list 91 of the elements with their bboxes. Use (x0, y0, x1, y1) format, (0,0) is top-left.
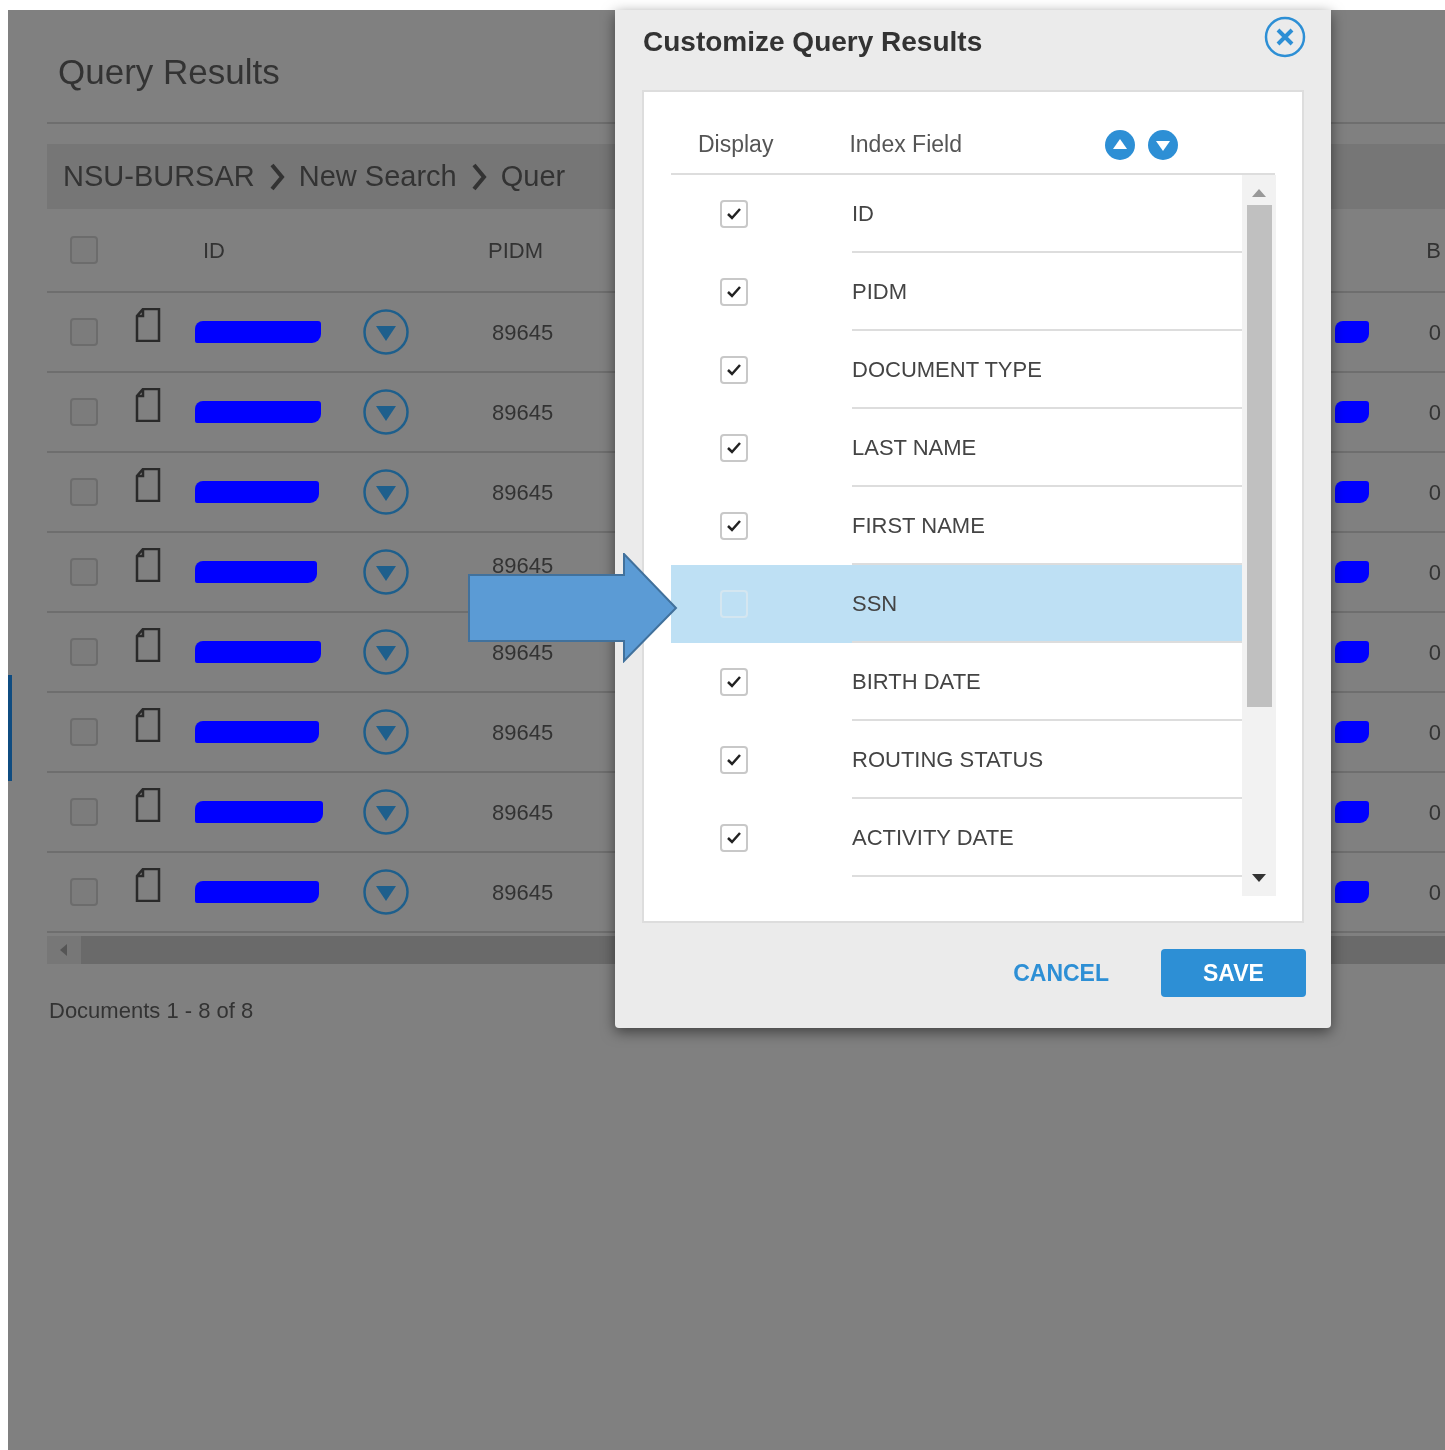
dropdown-icon[interactable] (362, 788, 410, 836)
field-label: ACTIVITY DATE (852, 823, 1014, 852)
dropdown-icon[interactable] (362, 868, 410, 916)
checkbox[interactable] (720, 668, 748, 696)
field-row[interactable]: DOCUMENT TYPE (671, 331, 1242, 409)
close-button[interactable] (1264, 16, 1306, 58)
table-cell-text: 0 (1428, 638, 1441, 667)
table-cell-text: 0 (1428, 558, 1441, 587)
column-header: B (1426, 236, 1441, 265)
table-cell-text: 89645 (492, 398, 554, 427)
table-cell-text: 89645 (492, 798, 554, 827)
field-label: ID (852, 199, 874, 228)
checkmark-icon[interactable] (727, 520, 741, 532)
dropdown-icon[interactable] (362, 468, 410, 516)
dialog-title: Customize Query Results (643, 25, 983, 59)
table-cell-text: 89645 (492, 878, 554, 907)
checkbox[interactable] (720, 746, 748, 774)
checkbox[interactable] (720, 200, 748, 228)
field-label: DOCUMENT TYPE (852, 355, 1042, 384)
table-cell-text: 0 (1428, 318, 1441, 347)
checkbox[interactable] (720, 356, 748, 384)
scroll-down-icon[interactable] (1252, 874, 1266, 882)
field-label: ROUTING STATUS (852, 745, 1044, 774)
table-cell-text: 89645 (492, 478, 554, 507)
checkmark-icon[interactable] (727, 364, 741, 376)
page-title: Query Results (58, 51, 281, 93)
field-label: BIRTH DATE (852, 667, 981, 696)
table-cell-text: 0 (1428, 878, 1441, 907)
chevron-icon (268, 162, 285, 191)
chevron-icon (470, 162, 487, 191)
table-cell-text: 0 (1428, 478, 1441, 507)
checkmark-icon[interactable] (727, 676, 741, 688)
checkmark-icon[interactable] (727, 208, 741, 220)
checkmark-icon[interactable] (727, 832, 741, 844)
dropdown-icon[interactable] (362, 708, 410, 756)
redaction-mark (1334, 561, 1369, 583)
table-cell-text: 89645 (492, 718, 554, 747)
checkbox[interactable] (720, 512, 748, 540)
dropdown-icon[interactable] (362, 548, 410, 596)
document-icon[interactable] (135, 468, 161, 502)
field-row[interactable]: BIRTH DATE (671, 643, 1242, 721)
redaction-mark (1334, 801, 1369, 823)
field-row[interactable]: LAST NAME (671, 409, 1242, 487)
dropdown-icon[interactable] (362, 628, 410, 676)
field-label: LAST NAME (852, 433, 977, 462)
table-cell-text: 0 (1428, 398, 1441, 427)
table-cell-text: 0 (1428, 798, 1441, 827)
dropdown-icon[interactable] (362, 388, 410, 436)
document-icon[interactable] (135, 548, 161, 582)
table-cell-text: 89645 (492, 318, 554, 347)
redaction-mark (1334, 481, 1369, 503)
redaction-mark (1334, 321, 1369, 343)
save-button[interactable]: SAVE (1161, 949, 1306, 997)
document-icon[interactable] (135, 308, 161, 342)
vertical-scrollbar[interactable] (1242, 175, 1276, 896)
redaction-mark (1334, 641, 1369, 663)
scroll-thumb[interactable] (1246, 205, 1272, 707)
redaction-mark (1334, 401, 1369, 423)
document-count: Documents 1 - 8 of 8 (49, 997, 255, 1025)
document-icon[interactable] (135, 628, 161, 662)
document-icon[interactable] (135, 788, 161, 822)
field-row[interactable]: ACTIVITY DATE (671, 799, 1242, 877)
field-row[interactable]: ROUTING STATUS (671, 721, 1242, 799)
column-header: ID (203, 236, 225, 265)
redaction-mark (1334, 881, 1369, 903)
document-icon[interactable] (135, 708, 161, 742)
table-cell-text: 89645 (492, 638, 554, 667)
field-row[interactable]: ID (671, 175, 1242, 253)
column-header: Display (698, 130, 774, 160)
checkmark-icon[interactable] (727, 754, 741, 766)
dropdown-icon[interactable] (362, 308, 410, 356)
field-label: FIRST NAME (852, 511, 985, 540)
field-row[interactable]: PIDM (671, 253, 1242, 331)
move-down-icon[interactable] (1147, 129, 1178, 160)
column-header: PIDM (488, 236, 543, 265)
table-cell-text: 89645 (492, 551, 554, 580)
redaction-mark (1334, 721, 1369, 743)
checkmark-icon[interactable] (727, 286, 741, 298)
field-row[interactable]: SSN (671, 565, 1242, 643)
field-label: PIDM (852, 277, 907, 306)
checkbox[interactable] (720, 434, 748, 462)
checkbox[interactable] (720, 824, 748, 852)
checkbox[interactable] (720, 278, 748, 306)
column-header: Index Field (849, 130, 962, 160)
scroll-up-icon[interactable] (1252, 189, 1266, 197)
document-icon[interactable] (135, 868, 161, 902)
checkmark-icon[interactable] (727, 442, 741, 454)
field-label: SSN (852, 589, 898, 618)
document-icon[interactable] (135, 388, 161, 422)
move-up-icon[interactable] (1104, 129, 1135, 160)
table-cell-text: 0 (1428, 718, 1441, 747)
